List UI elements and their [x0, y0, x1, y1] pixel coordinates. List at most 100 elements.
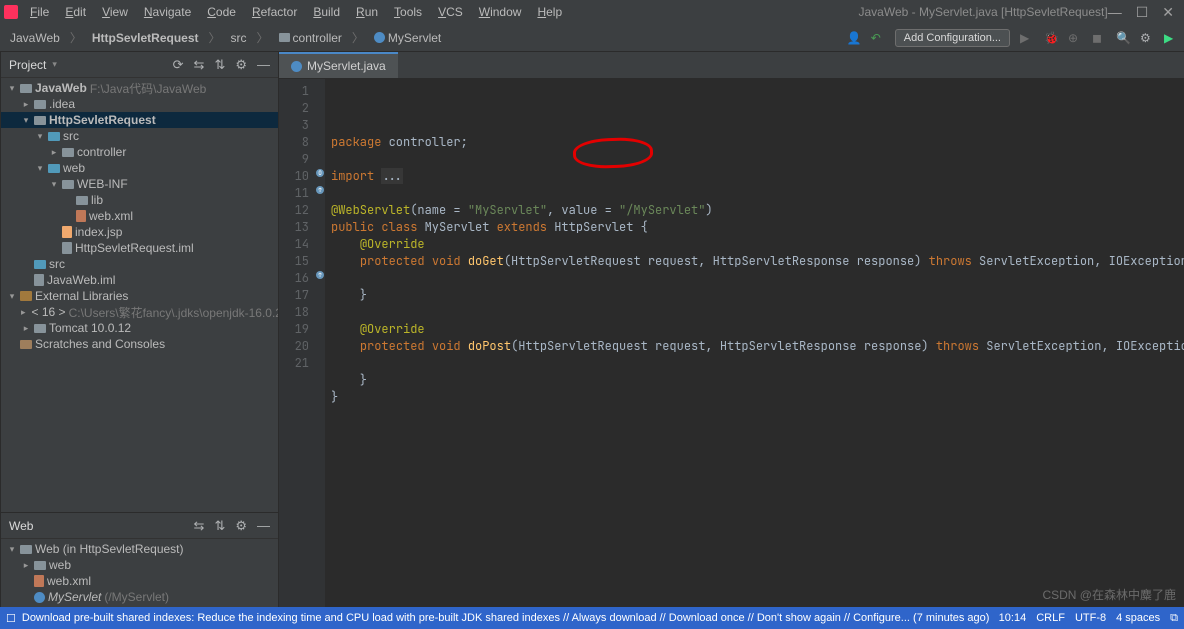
- tree-item[interactable]: HttpSevletRequest: [1, 112, 278, 128]
- class-ico-icon: [34, 592, 45, 603]
- tree-item[interactable]: web: [1, 557, 278, 573]
- file-ico-icon: [34, 274, 44, 286]
- window-title: JavaWeb - MyServlet.java [HttpSevletRequ…: [858, 5, 1107, 19]
- tree-item[interactable]: JavaWeb.iml: [1, 272, 278, 288]
- web-tree[interactable]: Web (in HttpSevletRequest) web web.xml M…: [1, 539, 278, 607]
- jsp-ico-icon: [62, 226, 72, 238]
- debug-icon[interactable]: 🐞: [1044, 31, 1058, 45]
- menu-navigate[interactable]: Navigate: [138, 3, 197, 21]
- status-item[interactable]: 10:14: [999, 612, 1027, 624]
- back-arrow-icon[interactable]: ↶: [871, 31, 885, 45]
- project-tree[interactable]: JavaWeb F:\Java代码\JavaWeb .idea HttpSevl…: [1, 78, 278, 512]
- status-item[interactable]: UTF-8: [1075, 612, 1106, 624]
- tree-item[interactable]: External Libraries: [1, 288, 278, 304]
- code-content[interactable]: package controller; import ... @WebServl…: [325, 79, 1184, 607]
- titlebar: FileEditViewNavigateCodeRefactorBuildRun…: [0, 0, 1184, 24]
- panel-tool-icon[interactable]: ⚙: [235, 57, 247, 73]
- breadcrumb-item[interactable]: controller: [275, 29, 346, 47]
- tree-item[interactable]: index.jsp: [1, 224, 278, 240]
- nav-toolbar: JavaWeb〉HttpSevletRequest〉src〉controller…: [0, 24, 1184, 52]
- panel-tool-icon[interactable]: ⇆: [194, 518, 205, 534]
- panel-tool-icon[interactable]: —: [257, 57, 270, 73]
- lib-ico-icon: [20, 291, 32, 301]
- tree-item[interactable]: JavaWeb F:\Java代码\JavaWeb: [1, 80, 278, 96]
- run-icon[interactable]: ▶: [1020, 31, 1034, 45]
- tree-item[interactable]: src: [1, 256, 278, 272]
- tree-item[interactable]: .idea: [1, 96, 278, 112]
- panel-tool-icon[interactable]: —: [257, 518, 270, 534]
- menu-window[interactable]: Window: [473, 3, 528, 21]
- tree-item[interactable]: Tomcat 10.0.12: [1, 320, 278, 336]
- project-panel-title[interactable]: Project: [9, 58, 46, 72]
- folder-blue-icon: [34, 561, 46, 570]
- tree-item[interactable]: < 16 > C:\Users\繁花fancy\.jdks\openjdk-16…: [1, 304, 278, 320]
- attach-icon[interactable]: ⊕: [1068, 31, 1082, 45]
- status-icon[interactable]: ☐: [6, 612, 16, 625]
- project-tool-window: Project ▾ ⟳ ⇆ ⇅ ⚙ — JavaWeb F:\Java代码\JavaWe…: [1, 52, 279, 607]
- project-panel-tools: ⟳ ⇆ ⇅ ⚙ —: [173, 57, 270, 73]
- tree-item[interactable]: Web (in HttpSevletRequest): [1, 541, 278, 557]
- menu-code[interactable]: Code: [201, 3, 242, 21]
- tree-item[interactable]: Scratches and Consoles: [1, 336, 278, 352]
- stop-icon[interactable]: ◼: [1092, 31, 1106, 45]
- menu-file[interactable]: File: [24, 3, 55, 21]
- user-icon[interactable]: 👤: [847, 31, 861, 45]
- panel-tool-icon[interactable]: ⟳: [173, 57, 184, 73]
- window-buttons: — ☐ ✕: [1108, 4, 1180, 21]
- tree-item[interactable]: controller: [1, 144, 278, 160]
- breadcrumb-item[interactable]: HttpSevletRequest: [88, 29, 203, 47]
- add-configuration-button[interactable]: Add Configuration...: [895, 29, 1010, 47]
- web-tool-window: Web ⇆ ⇅ ⚙ — Web (in HttpSevletRequest) web …: [1, 512, 278, 607]
- folder-blue-icon: [34, 100, 46, 109]
- status-item[interactable]: ⧉: [1170, 612, 1178, 625]
- breadcrumb-item[interactable]: MyServlet: [370, 29, 445, 47]
- status-item[interactable]: 4 spaces: [1116, 612, 1160, 624]
- search-icon[interactable]: 🔍: [1116, 31, 1130, 45]
- override-mark-icon[interactable]: ↑: [316, 186, 324, 194]
- breadcrumb-item[interactable]: src: [227, 29, 251, 47]
- tree-item[interactable]: HttpSevletRequest.iml: [1, 240, 278, 256]
- tree-item[interactable]: web.xml: [1, 208, 278, 224]
- tree-item[interactable]: lib: [1, 192, 278, 208]
- app-icon: [4, 5, 18, 19]
- web-panel-title[interactable]: Web: [9, 519, 33, 533]
- panel-tool-icon[interactable]: ⇆: [194, 57, 205, 73]
- main-menu: FileEditViewNavigateCodeRefactorBuildRun…: [24, 3, 846, 21]
- tree-item[interactable]: web: [1, 160, 278, 176]
- tree-item[interactable]: src: [1, 128, 278, 144]
- close-button[interactable]: ✕: [1162, 4, 1174, 21]
- menu-build[interactable]: Build: [307, 3, 346, 21]
- class-icon: [291, 61, 302, 72]
- project-dropdown-icon[interactable]: ▾: [52, 59, 57, 70]
- override-mark-icon[interactable]: O: [316, 169, 324, 177]
- menu-vcs[interactable]: VCS: [432, 3, 469, 21]
- menu-run[interactable]: Run: [350, 3, 384, 21]
- menu-edit[interactable]: Edit: [59, 3, 92, 21]
- status-item[interactable]: CRLF: [1036, 612, 1065, 624]
- web-panel-tools: ⇆ ⇅ ⚙ —: [194, 518, 270, 534]
- menu-help[interactable]: Help: [531, 3, 568, 21]
- folder-blue-icon: [20, 84, 32, 93]
- status-message[interactable]: Download pre-built shared indexes: Reduc…: [22, 612, 990, 624]
- tree-item[interactable]: web.xml: [1, 573, 278, 589]
- menu-refactor[interactable]: Refactor: [246, 3, 303, 21]
- panel-tool-icon[interactable]: ⇅: [214, 57, 225, 73]
- run-anything-icon[interactable]: ▶: [1164, 31, 1178, 45]
- gear-icon[interactable]: ⚙: [1140, 31, 1154, 45]
- project-panel-header: Project ▾ ⟳ ⇆ ⇅ ⚙ —: [1, 52, 278, 78]
- code-editor[interactable]: 1 2 3 8 9 10 11 12 13 14 15 16 17 18 19 …: [279, 79, 1184, 607]
- minimize-button[interactable]: —: [1108, 4, 1122, 21]
- panel-tool-icon[interactable]: ⚙: [235, 518, 247, 534]
- folder-blue-icon: [34, 116, 46, 125]
- maximize-button[interactable]: ☐: [1136, 4, 1149, 21]
- editor-tab-myservlet[interactable]: MyServlet.java: [279, 52, 398, 78]
- folder-blue-icon: [62, 148, 74, 157]
- breadcrumb-item[interactable]: JavaWeb: [6, 29, 64, 47]
- tree-item[interactable]: MyServlet (/MyServlet): [1, 589, 278, 605]
- menu-view[interactable]: View: [96, 3, 134, 21]
- folder-orange-icon: [20, 340, 32, 349]
- override-mark-icon[interactable]: ↑: [316, 271, 324, 279]
- menu-tools[interactable]: Tools: [388, 3, 428, 21]
- tree-item[interactable]: WEB-INF: [1, 176, 278, 192]
- panel-tool-icon[interactable]: ⇅: [214, 518, 225, 534]
